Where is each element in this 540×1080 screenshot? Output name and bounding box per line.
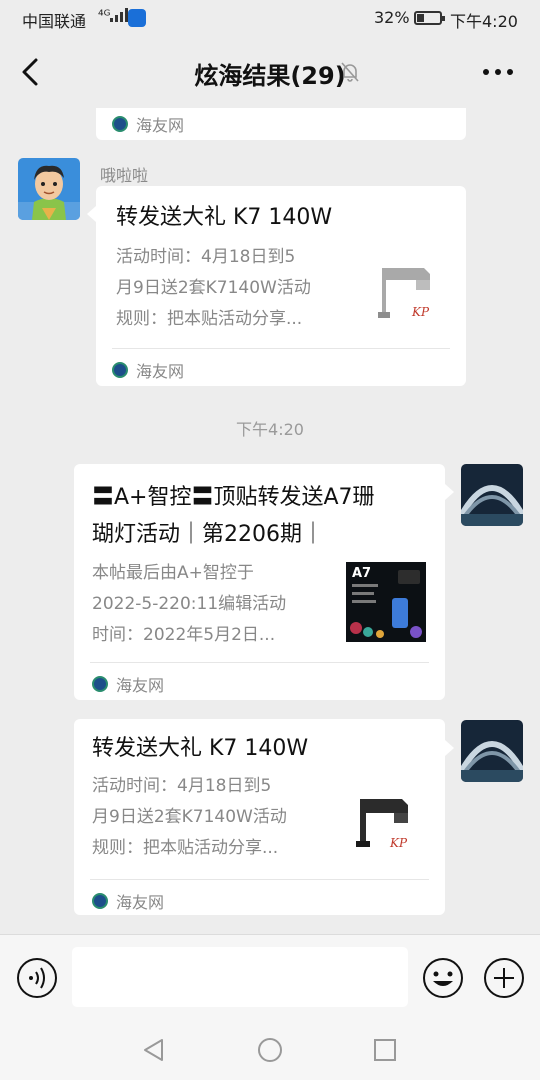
card-title: 转发送大礼 K7 140W: [116, 205, 333, 230]
emoji-icon[interactable]: [422, 957, 464, 999]
card-source-label: 海友网: [136, 362, 185, 381]
card-source: 海友网: [92, 889, 164, 913]
message-timestamp: 下午4:20: [236, 420, 304, 439]
recents-square-icon[interactable]: [371, 1036, 399, 1064]
avatar[interactable]: [18, 158, 80, 220]
link-card[interactable]: 转发送大礼 K7 140W 活动时间：4月18日到5 月9日送2套K7140W活…: [74, 719, 445, 915]
mute-bell-icon: [341, 62, 359, 82]
carrier-label: 中国联通: [22, 12, 87, 31]
chat-title: 炫海结果(29): [194, 62, 346, 90]
card-source-label: 海友网: [116, 676, 165, 695]
card-source: 海友网: [92, 672, 164, 696]
card-description-line: 活动时间：4月18日到5: [116, 247, 296, 267]
card-description-line: 规则：把本贴活动分享...: [92, 838, 279, 858]
bubble-tail: [87, 206, 96, 222]
bubble-tail: [445, 484, 454, 500]
avatar[interactable]: [461, 720, 523, 782]
battery-icon: [414, 11, 445, 25]
system-navigation-bar: [0, 1018, 540, 1080]
link-card[interactable]: 〓A+智控〓顶贴转发送A7珊 瑚灯活动｜第2206期｜ 本帖最后由A+智控于 2…: [74, 464, 445, 700]
sender-name: 哦啦啦: [100, 166, 149, 185]
svg-text:KP: KP: [389, 836, 408, 850]
card-description-line: 时间：2022年5月2日...: [92, 625, 276, 645]
more-options-icon[interactable]: [478, 60, 518, 84]
status-bar: 中国联通 ⁴ᴳ 32% 下午4:20: [0, 0, 540, 36]
card-divider: [112, 348, 450, 349]
source-logo-icon: [92, 676, 108, 692]
back-triangle-icon[interactable]: [140, 1036, 168, 1064]
card-title-line: 瑚灯活动｜第2206期｜: [92, 522, 324, 547]
home-circle-icon[interactable]: [256, 1036, 284, 1064]
card-source: 海友网: [112, 358, 184, 382]
source-logo-icon: [92, 893, 108, 909]
product-thumbnail: A7: [346, 562, 426, 642]
source-logo-icon: [112, 116, 128, 132]
card-title-line: 〓A+智控〓顶贴转发送A7珊: [92, 485, 375, 510]
clock: 下午4:20: [450, 12, 518, 31]
card-divider: [90, 879, 429, 880]
card-description-line: 2022-5-220:11编辑活动: [92, 594, 287, 614]
signal-icon: ⁴ᴳ: [98, 8, 129, 24]
card-source-label: 海友网: [116, 893, 165, 912]
product-thumbnail: KP: [372, 256, 444, 328]
card-source-label: 海友网: [136, 116, 185, 135]
battery-percent: 32%: [374, 8, 410, 27]
avatar[interactable]: [461, 464, 523, 526]
link-card[interactable]: 转发送大礼 K7 140W 活动时间：4月18日到5 月9日送2套K7140W活…: [96, 186, 466, 386]
bubble-tail: [445, 740, 454, 756]
card-divider: [90, 662, 429, 663]
voice-input-icon[interactable]: [16, 957, 58, 999]
card-description-line: 规则：把本贴活动分享...: [116, 309, 303, 329]
card-description-line: 月9日送2套K7140W活动: [116, 278, 311, 298]
more-functions-plus-icon[interactable]: [483, 957, 525, 999]
source-logo-icon: [112, 362, 128, 378]
card-source: 海友网: [112, 112, 184, 136]
message-input[interactable]: [72, 947, 408, 1007]
svg-text:KP: KP: [411, 305, 430, 319]
network-type: ⁴ᴳ: [98, 8, 111, 24]
card-description-line: 本帖最后由A+智控于: [92, 563, 254, 583]
link-card-partial[interactable]: 海友网: [96, 108, 466, 140]
card-description-line: 月9日送2套K7140W活动: [92, 807, 287, 827]
chat-header: 炫海结果(29): [0, 36, 540, 108]
product-thumbnail: KP: [350, 785, 422, 857]
card-description-line: 活动时间：4月18日到5: [92, 776, 272, 796]
card-title: 转发送大礼 K7 140W: [92, 736, 309, 761]
notification-app-icon: [128, 9, 146, 27]
message-list[interactable]: 海友网 哦啦啦 转发送大礼 K7 140W 活动时间：4月18日到5 月9日送2…: [0, 108, 540, 934]
message-input-bar: [0, 934, 540, 1018]
